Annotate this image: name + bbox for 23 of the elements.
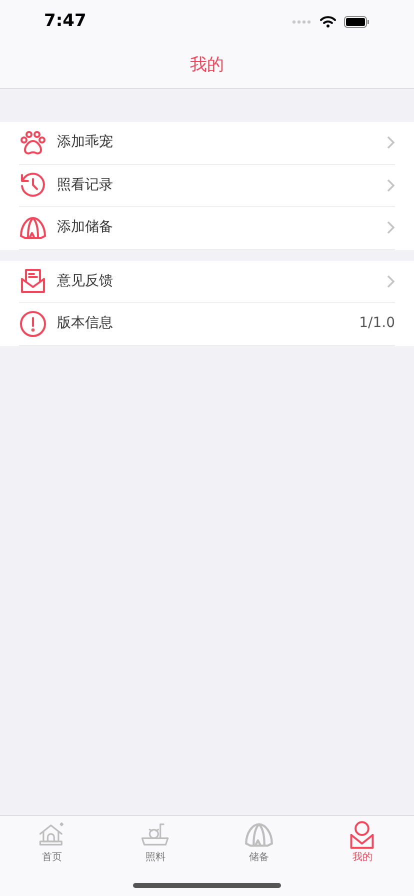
chevron-right-icon — [387, 136, 395, 150]
mail-icon — [19, 267, 47, 296]
tab-bar-item[interactable]: 首页 — [0, 820, 104, 865]
version-value: 1/1.0 — [359, 314, 395, 334]
battery-icon — [344, 16, 370, 28]
menu-item-label[interactable]: 添加乖宠 — [57, 132, 377, 154]
chevron-right-icon — [387, 221, 395, 234]
status-time: 7:47 — [44, 10, 86, 34]
paw-icon — [19, 128, 47, 157]
signal-icon — [292, 20, 312, 24]
chevron-right-icon — [387, 274, 395, 288]
menu-item-label[interactable]: 意见反馈 — [57, 270, 377, 292]
menu-item-label[interactable]: 照看记录 — [57, 174, 377, 196]
nav-title: 我的 — [190, 54, 224, 78]
history-icon — [19, 171, 47, 200]
menu-item-label[interactable]: 版本信息 — [57, 313, 350, 334]
alert-icon — [19, 310, 47, 338]
tab-bar-item[interactable]: 照料 — [104, 820, 207, 865]
wifi-icon — [320, 16, 336, 28]
chevron-right-icon — [387, 178, 395, 192]
tab-bar-item[interactable]: 储备 — [207, 820, 310, 865]
tent-icon — [244, 820, 274, 850]
menu-item-label[interactable]: 添加储备 — [57, 217, 377, 238]
